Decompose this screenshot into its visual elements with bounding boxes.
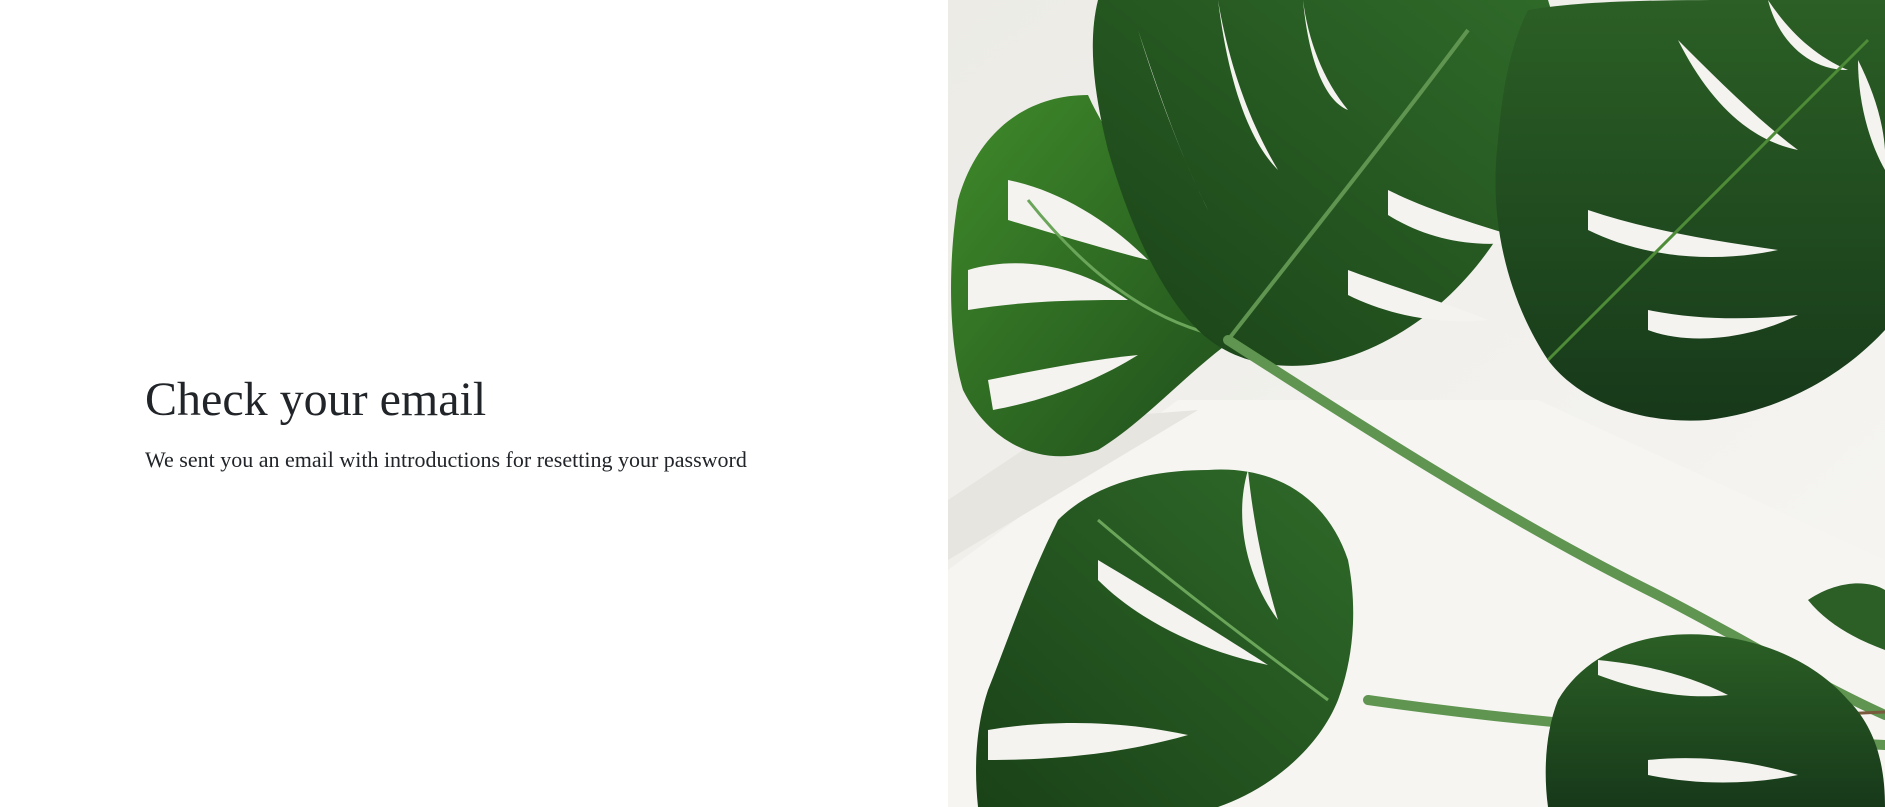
decorative-image-panel: [948, 0, 1885, 807]
leaf-top-right: [1495, 0, 1885, 421]
message-panel: Check your email We sent you an email wi…: [0, 0, 948, 807]
page: Check your email We sent you an email wi…: [0, 0, 1885, 807]
monstera-leaves-image: [948, 0, 1885, 807]
confirmation-content: Check your email We sent you an email wi…: [145, 372, 905, 474]
confirmation-message: We sent you an email with introductions …: [145, 447, 747, 472]
page-title: Check your email: [145, 373, 487, 426]
